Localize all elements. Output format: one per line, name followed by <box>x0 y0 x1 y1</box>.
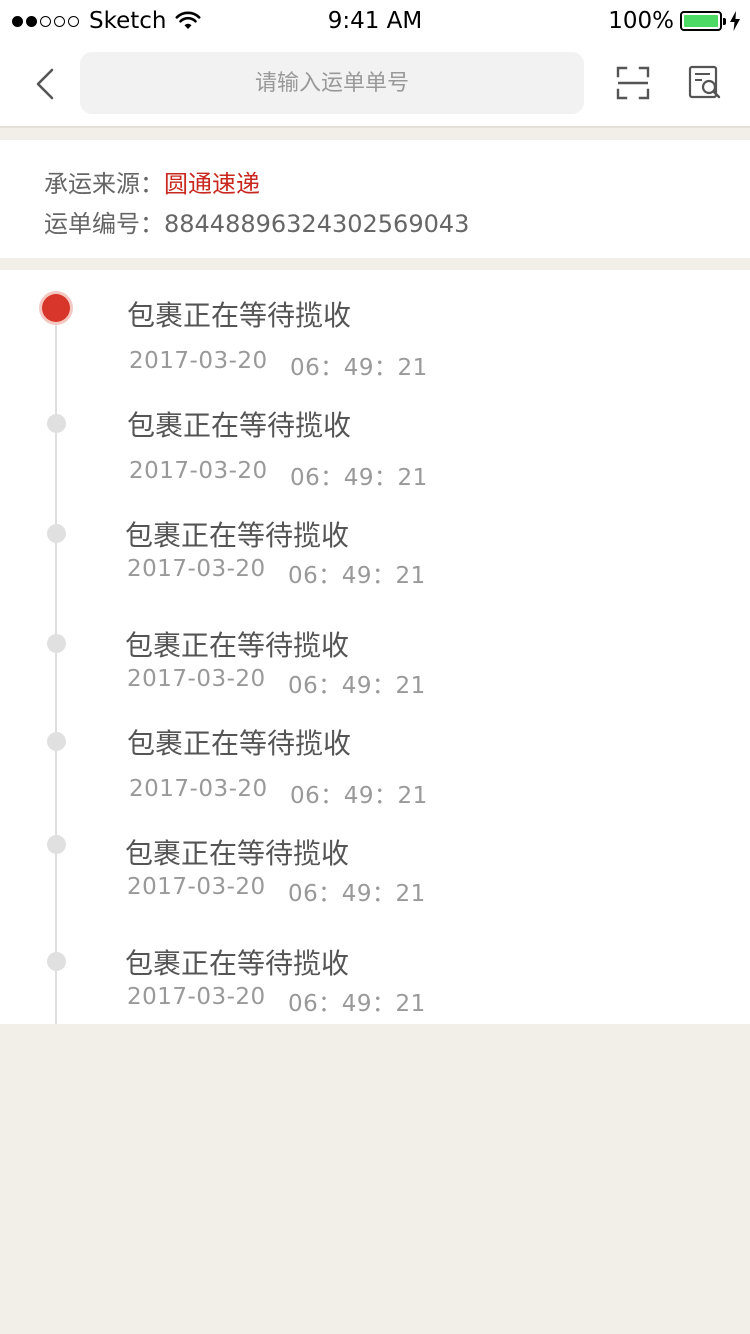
status-right: 100% <box>608 7 740 35</box>
waybill-number-value: 88448896324302569043 <box>164 210 470 238</box>
battery-icon <box>680 11 726 31</box>
timeline-item: 包裹正在等待揽收 2017-03-20 06：49：21 <box>0 380 750 491</box>
waybill-search-input[interactable] <box>80 52 584 114</box>
timeline-date: 2017-03-20 <box>127 666 266 692</box>
back-icon[interactable] <box>28 66 64 102</box>
timeline-item: 包裹正在等待揽收 2017-03-20 06：49：21 <box>0 600 750 700</box>
timeline-date: 2017-03-20 <box>129 776 268 802</box>
carrier-source-row: 承运来源：圆通速递 <box>44 164 260 199</box>
timeline-date: 2017-03-20 <box>129 348 268 374</box>
tracking-timeline: 包裹正在等待揽收 2017-03-20 06：49：21 包裹正在等待揽收 20… <box>0 270 750 1024</box>
timeline-dot <box>47 835 66 854</box>
timeline-dot <box>47 732 66 751</box>
timeline-status: 包裹正在等待揽收 <box>127 727 352 760</box>
carrier-source-value: 圆通速递 <box>164 170 260 198</box>
waybill-number-label: 运单编号： <box>44 210 164 238</box>
timeline-item: 包裹正在等待揽收 2017-03-20 06：49：21 <box>0 490 750 590</box>
waybill-number-row: 运单编号：88448896324302569043 <box>44 204 469 239</box>
battery-percentage: 100% <box>608 8 674 34</box>
timeline-date: 2017-03-20 <box>127 984 266 1010</box>
timeline-time: 06：49：21 <box>290 783 428 809</box>
timeline-date: 2017-03-20 <box>127 874 266 900</box>
timeline-dot <box>47 634 66 653</box>
timeline-item: 包裹正在等待揽收 2017-03-20 06：49：21 <box>0 930 750 1030</box>
charging-icon <box>730 11 740 31</box>
timeline-status: 包裹正在等待揽收 <box>125 519 350 552</box>
timeline-time: 06：49：21 <box>290 355 428 381</box>
timeline-item: 包裹正在等待揽收 2017-03-20 06：49：21 <box>0 820 750 920</box>
timeline-item: 包裹正在等待揽收 2017-03-20 06：49：21 <box>0 270 750 381</box>
timeline-time: 06：49：21 <box>288 563 426 589</box>
timeline-status: 包裹正在等待揽收 <box>125 837 350 870</box>
timeline-dot <box>47 524 66 543</box>
timeline-date: 2017-03-20 <box>127 556 266 582</box>
timeline-time: 06：49：21 <box>288 881 426 907</box>
timeline-dot <box>47 414 66 433</box>
timeline-item: 包裹正在等待揽收 2017-03-20 06：49：21 <box>0 710 750 810</box>
status-bar: Sketch 9:41 AM 100% <box>0 0 750 40</box>
timeline-status: 包裹正在等待揽收 <box>127 409 352 442</box>
nav-bar <box>0 40 750 128</box>
query-record-icon[interactable] <box>686 64 724 102</box>
carrier-source-label: 承运来源： <box>44 170 164 198</box>
timeline-dot-active <box>42 294 70 322</box>
timeline-date: 2017-03-20 <box>129 458 268 484</box>
scan-icon[interactable] <box>615 65 651 101</box>
timeline-dot <box>47 952 66 971</box>
shipment-info-card: 承运来源：圆通速递 运单编号：88448896324302569043 <box>0 140 750 258</box>
timeline-time: 06：49：21 <box>290 465 428 491</box>
timeline-time: 06：49：21 <box>288 673 426 699</box>
timeline-status: 包裹正在等待揽收 <box>127 299 352 332</box>
timeline-status: 包裹正在等待揽收 <box>125 629 350 662</box>
timeline-status: 包裹正在等待揽收 <box>125 947 350 980</box>
timeline-time: 06：49：21 <box>288 991 426 1017</box>
